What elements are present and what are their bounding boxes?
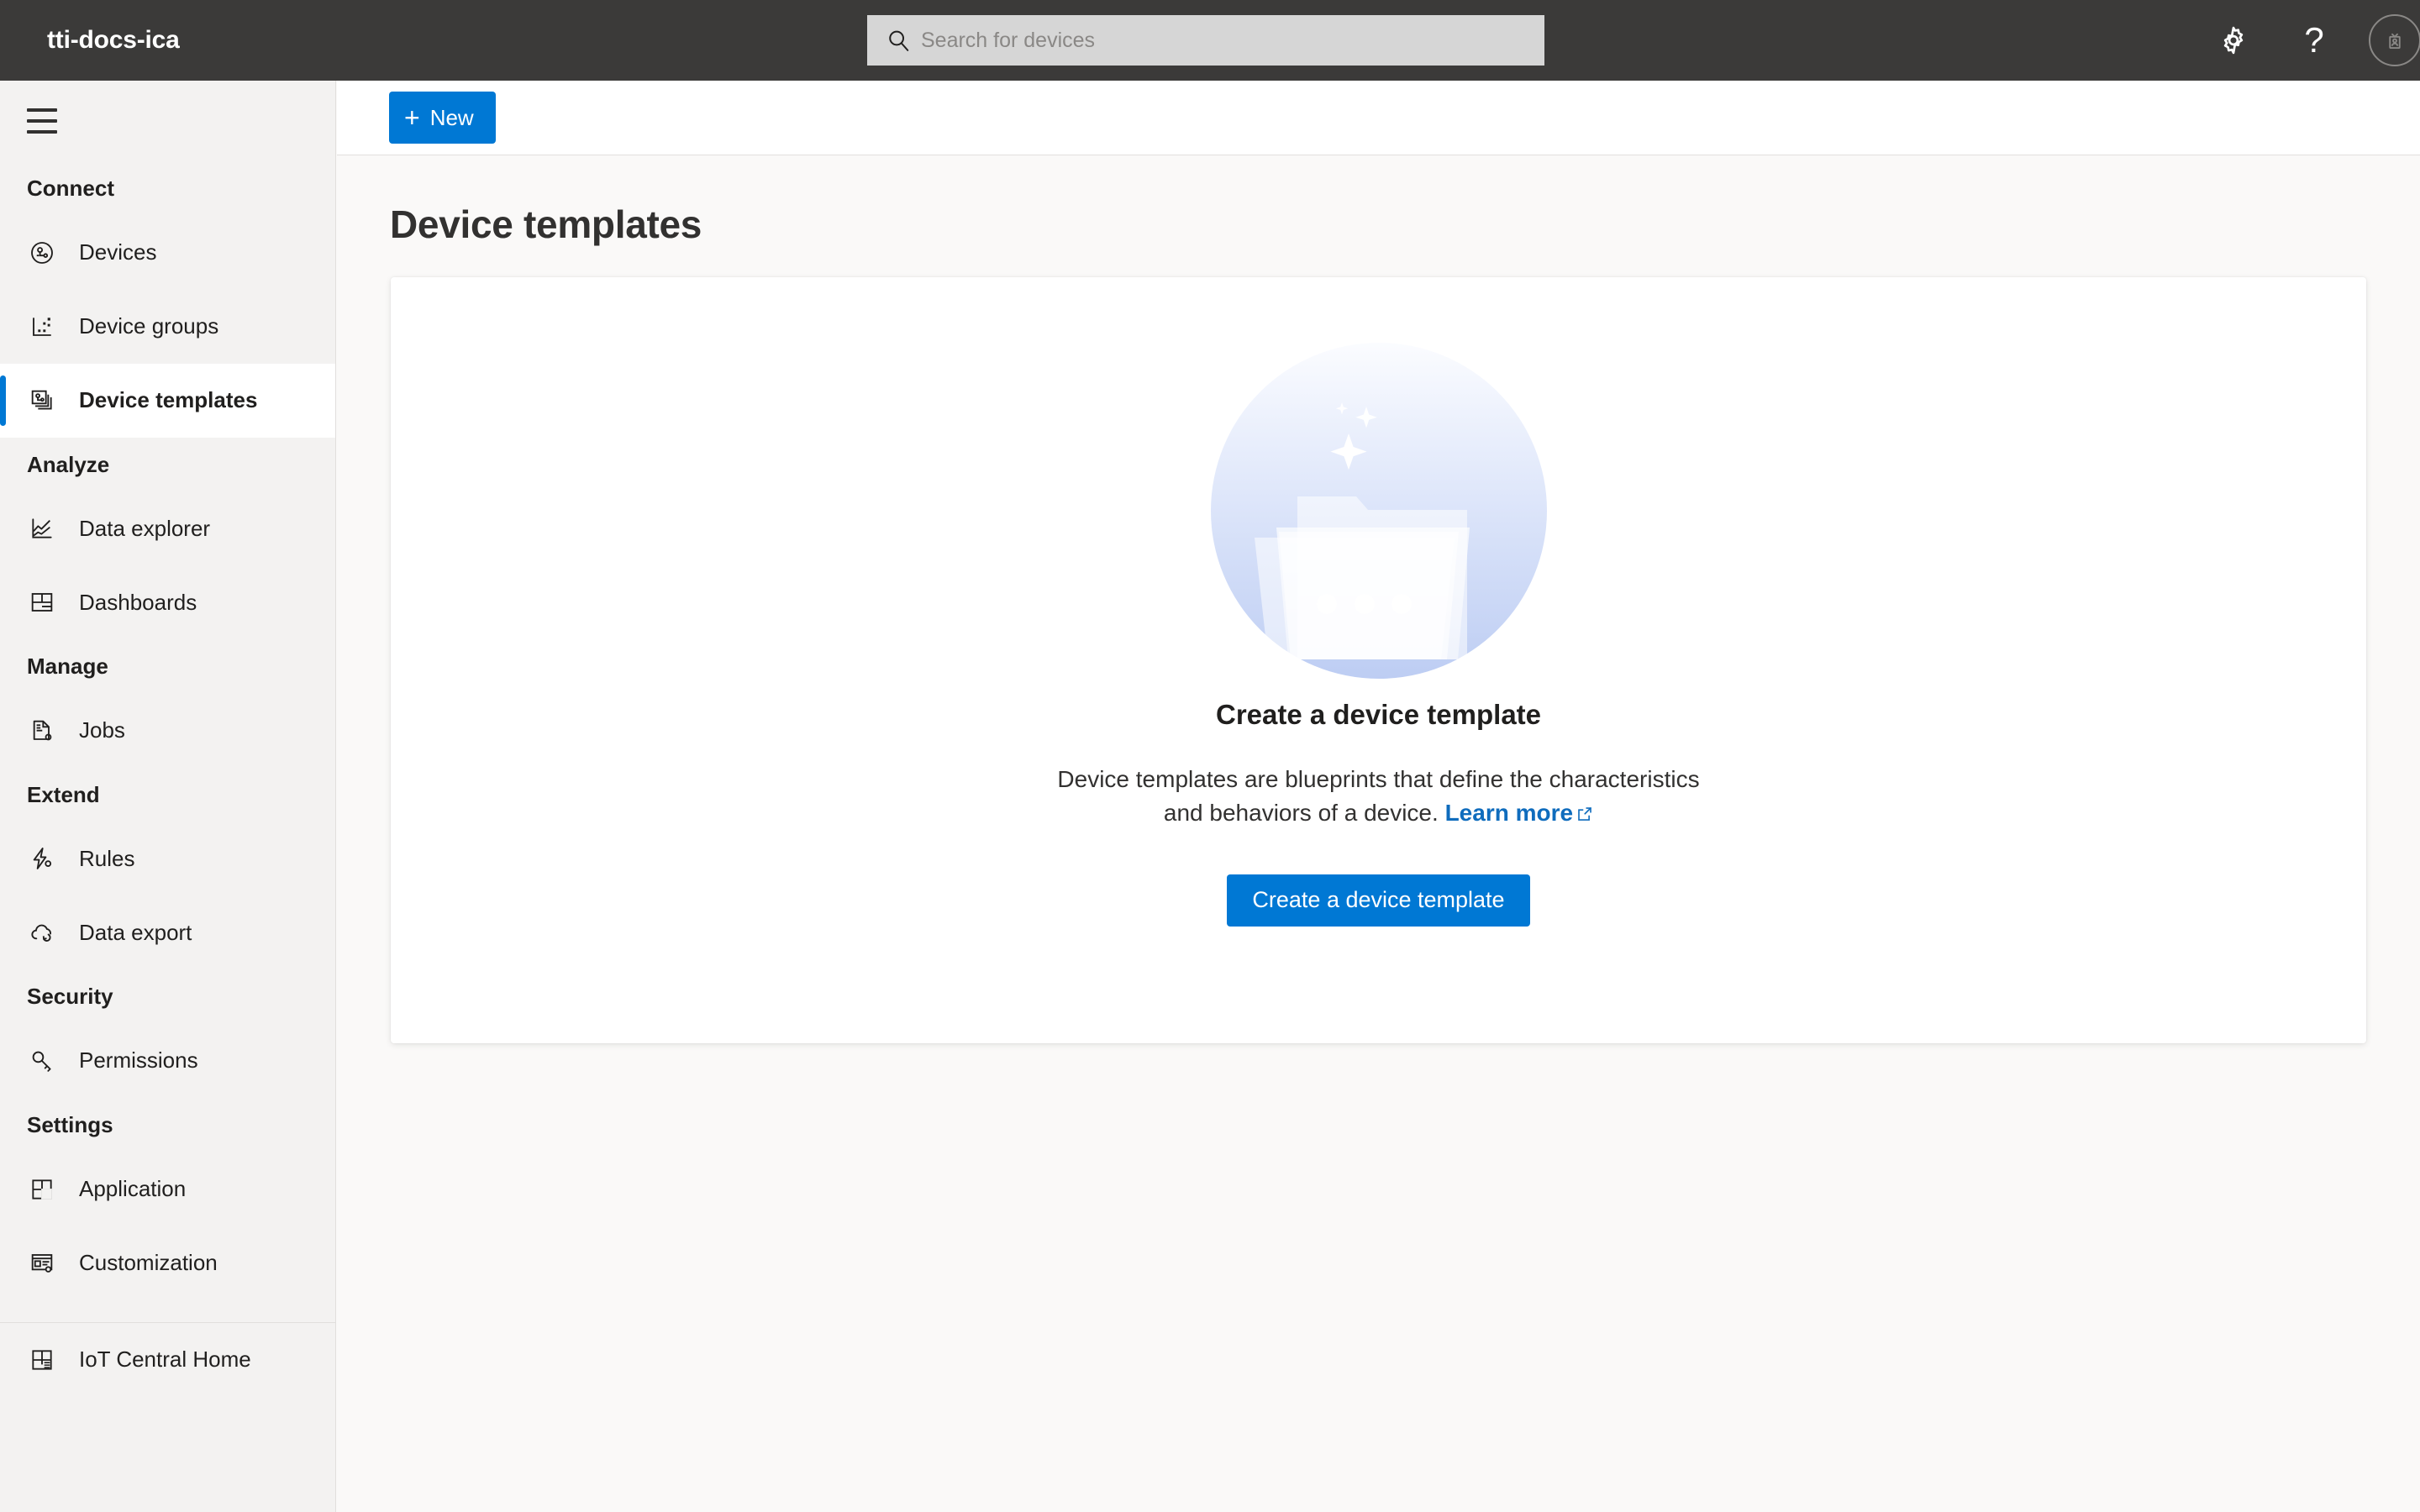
- plus-icon: +: [404, 102, 420, 133]
- sidebar-item-label: Device templates: [79, 387, 258, 413]
- sidebar-item-application[interactable]: Application: [0, 1152, 335, 1226]
- sidebar-item-label: Jobs: [79, 717, 125, 743]
- key-icon: [27, 1046, 57, 1076]
- sidebar-item-data-explorer[interactable]: Data explorer: [0, 491, 335, 565]
- device-templates-icon: [27, 386, 57, 416]
- sidebar-item-device-templates[interactable]: Device templates: [0, 363, 335, 438]
- sidebar-item-label: Device groups: [79, 313, 219, 339]
- top-bar: tti-docs-ica ?: [0, 0, 2420, 81]
- main-content: Device templates Create a device templat…: [337, 156, 2420, 1512]
- top-bar-actions: ?: [2193, 0, 2420, 81]
- empty-state-description: Device templates are blueprints that def…: [1047, 763, 1711, 831]
- learn-more-link[interactable]: Learn more: [1445, 800, 1594, 826]
- sidebar-item-devices[interactable]: Devices: [0, 216, 335, 290]
- hamburger-menu-icon: [27, 108, 57, 134]
- sidebar-item-jobs[interactable]: Jobs: [0, 694, 335, 768]
- sidebar-item-device-groups[interactable]: Device groups: [0, 290, 335, 364]
- empty-state-heading: Create a device template: [1215, 699, 1542, 730]
- dashboard-grid-icon: [27, 587, 57, 617]
- sidebar-item-label: Permissions: [79, 1047, 198, 1074]
- sidebar-item-label: Application: [79, 1176, 187, 1202]
- create-device-template-button[interactable]: Create a device template: [1227, 874, 1530, 927]
- sidebar-item-label: Rules: [79, 845, 135, 871]
- nav-group-analyze-title: Analyze: [27, 451, 110, 477]
- folder-documents-sparkle-illustration: [1210, 343, 1547, 679]
- nav-group-connect-title: Connect: [27, 176, 114, 201]
- device-groups-icon: [27, 312, 57, 342]
- sidebar-item-label: Dashboards: [79, 589, 197, 615]
- nav-group-security-title: Security: [27, 984, 113, 1010]
- cloud-sync-icon: [27, 917, 57, 948]
- sidebar-item-iot-central-home[interactable]: IoT Central Home: [0, 1323, 335, 1397]
- line-chart-icon: [27, 513, 57, 543]
- nav-group-manage-title: Manage: [27, 654, 108, 680]
- nav-group-settings-title: Settings: [27, 1111, 113, 1137]
- sidebar-item-customization[interactable]: Customization: [0, 1226, 335, 1300]
- new-button[interactable]: + New: [389, 92, 496, 144]
- sidebar-item-label: Devices: [79, 239, 157, 265]
- search-input[interactable]: [921, 28, 1526, 53]
- empty-state-card: Create a device template Device template…: [391, 277, 2366, 1043]
- app-title: tti-docs-ica: [47, 26, 180, 54]
- learn-more-label: Learn more: [1444, 800, 1574, 827]
- page-title: Device templates: [390, 202, 702, 246]
- sidebar-item-data-export[interactable]: Data export: [0, 895, 335, 969]
- sidebar-item-label: IoT Central Home: [79, 1347, 251, 1373]
- sidebar-item-label: Customization: [79, 1250, 218, 1276]
- lightning-gear-icon: [27, 843, 57, 874]
- search-box[interactable]: [867, 15, 1544, 66]
- app-tiles-icon: [27, 1174, 57, 1205]
- customization-icon: [27, 1248, 57, 1278]
- external-link-icon: [1578, 807, 1591, 822]
- question-mark-icon: ?: [2304, 20, 2324, 60]
- empty-state-description-text: Device templates are blueprints that def…: [1057, 766, 1700, 827]
- search-icon: [886, 28, 911, 53]
- sidebar-item-rules[interactable]: Rules: [0, 822, 335, 895]
- avatar: [2369, 14, 2420, 66]
- sidebar-item-dashboards[interactable]: Dashboards: [0, 565, 335, 639]
- iot-central-home-icon: [27, 1345, 57, 1375]
- sidebar-item-permissions[interactable]: Permissions: [0, 1024, 335, 1098]
- sidebar: Connect Devices Device groups Device tem…: [0, 81, 336, 1512]
- help-button[interactable]: ?: [2274, 0, 2354, 81]
- sidebar-item-label: Data export: [79, 919, 192, 945]
- settings-button[interactable]: [2193, 0, 2274, 81]
- document-gear-icon: [27, 716, 57, 746]
- gear-icon: [2217, 24, 2249, 56]
- sidebar-item-label: Data explorer: [79, 515, 211, 541]
- nav-group-extend-title: Extend: [27, 781, 100, 807]
- app-root: tti-docs-ica ?: [0, 0, 2420, 1512]
- command-bar: + New: [337, 81, 2420, 155]
- new-button-label: New: [429, 104, 474, 130]
- device-icon: [27, 238, 57, 268]
- account-button[interactable]: [2354, 0, 2420, 81]
- menu-toggle-button[interactable]: [0, 81, 335, 161]
